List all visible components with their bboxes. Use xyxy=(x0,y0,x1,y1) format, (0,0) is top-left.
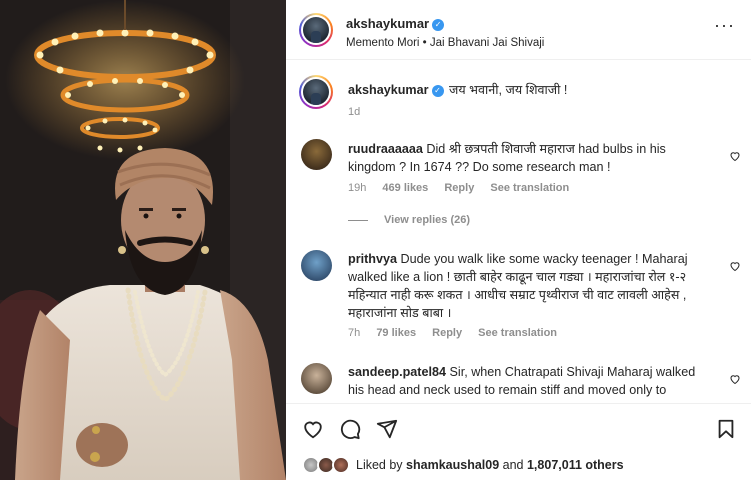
reply-button[interactable]: Reply xyxy=(444,182,474,194)
caption-text: जय भवानी, जय शिवाजी ! xyxy=(449,83,568,97)
commenter-avatar[interactable] xyxy=(301,363,332,394)
comment-item: prithvya Dude you walk like some wacky t… xyxy=(286,250,751,350)
liked-by-username[interactable]: shamkaushal09 xyxy=(406,458,499,472)
comment-meta: 19h 469 likes Reply See translation xyxy=(348,182,582,194)
share-icon[interactable] xyxy=(376,418,398,440)
comment-item: ruudraaaaaa Did श्री छत्रपती शिवाजी महार… xyxy=(286,139,751,239)
author-username[interactable]: akshaykumar xyxy=(346,16,429,31)
commenter-avatar[interactable] xyxy=(301,250,332,281)
post-panel: akshaykumar ✓ Memento Mori • Jai Bhavani … xyxy=(286,0,751,480)
comment-likes[interactable]: 79 likes xyxy=(376,327,416,339)
verified-badge-icon: ✓ xyxy=(431,85,444,97)
post-header: akshaykumar ✓ Memento Mori • Jai Bhavani … xyxy=(286,0,751,60)
video-frame-image xyxy=(0,0,286,480)
see-translation-link[interactable]: See translation xyxy=(478,327,557,339)
like-heart-icon[interactable] xyxy=(302,418,324,440)
liked-by-others[interactable]: 1,807,011 others xyxy=(527,458,624,472)
heart-icon[interactable] xyxy=(729,260,741,272)
liker-avatar[interactable] xyxy=(332,456,350,474)
caption-age: 1d xyxy=(348,106,361,118)
save-icon[interactable] xyxy=(715,418,737,440)
comment-icon[interactable] xyxy=(339,418,361,440)
see-translation-link[interactable]: See translation xyxy=(490,182,569,194)
author-avatar[interactable] xyxy=(299,13,333,47)
liked-by-prefix: Liked by xyxy=(356,458,403,472)
caption-username[interactable]: akshaykumar xyxy=(348,83,429,97)
likes-summary: Liked by shamkaushal09 and 1,807,011 oth… xyxy=(286,451,751,480)
comment-text: Dude you walk like some wacky teenager !… xyxy=(348,252,688,320)
comment-meta: 7h 79 likes Reply See translation xyxy=(348,327,570,339)
comment-username[interactable]: prithvya xyxy=(348,252,397,266)
comment-age: 7h xyxy=(348,327,361,339)
post-caption: akshaykumar ✓ जय भवानी, जय शिवाजी ! 1d xyxy=(286,75,751,131)
heart-icon[interactable] xyxy=(729,373,741,385)
comments-list[interactable]: akshaykumar ✓ जय भवानी, जय शिवाजी ! 1d ru… xyxy=(286,61,751,402)
audio-label[interactable]: Memento Mori • Jai Bhavani Jai Shivaji xyxy=(346,37,544,49)
more-options-icon[interactable]: ··· xyxy=(714,16,735,34)
post-video[interactable] xyxy=(0,0,286,480)
view-replies-button[interactable]: View replies (26) xyxy=(348,214,470,226)
comment-username[interactable]: ruudraaaaaa xyxy=(348,142,423,156)
liked-by-and: and xyxy=(502,458,524,472)
caption-author-avatar[interactable] xyxy=(299,75,333,109)
verified-badge-icon: ✓ xyxy=(432,19,445,31)
comment-item: sandeep.patel84 Sir, when Chatrapati Shi… xyxy=(286,363,751,402)
heart-icon[interactable] xyxy=(729,150,741,162)
comment-likes[interactable]: 469 likes xyxy=(382,182,428,194)
action-bar xyxy=(286,403,751,451)
comment-username[interactable]: sandeep.patel84 xyxy=(348,365,446,379)
comment-age: 19h xyxy=(348,182,367,194)
reply-button[interactable]: Reply xyxy=(432,327,462,339)
commenter-avatar[interactable] xyxy=(301,139,332,170)
